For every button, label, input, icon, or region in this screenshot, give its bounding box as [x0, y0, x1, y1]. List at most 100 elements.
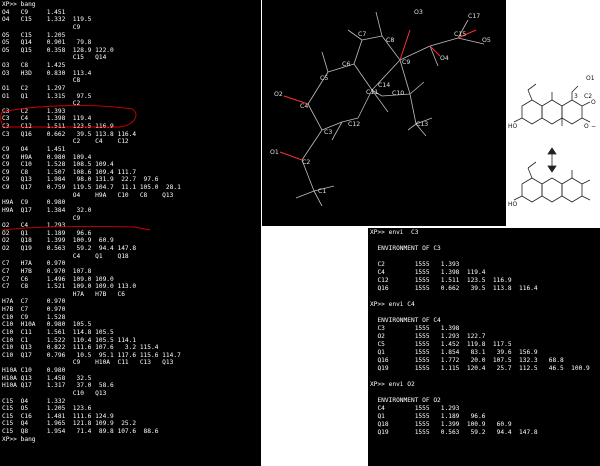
scheme-label-minus: − [591, 123, 596, 130]
atom-label-c17: C17 [468, 13, 480, 20]
bang-console-line: C9 Q13 1.984 98.0 131.9 22.7 97.6 [2, 176, 159, 184]
bang-console-line: C3 C12 1.511 123.5 116.9 [2, 123, 114, 130]
atom-label-c9: C9 [402, 59, 410, 66]
scheme-label-c3: 3 [574, 93, 578, 100]
bang-console-line: H9A Q17 1.384 32.0 [2, 206, 92, 214]
envi-console-line: XP>> envi C3 [370, 229, 419, 236]
atom-label-o5: O5 [482, 37, 491, 44]
bang-console-line: XP>> bang [2, 1, 36, 8]
envi-console-line: XP>> envi O2 [370, 381, 415, 388]
envi-console-line: C4 1555 1.398 119.4 [370, 269, 486, 276]
o1-bond [279, 151, 303, 161]
envi-console-line: C2 1555 1.393 [370, 261, 460, 268]
bang-console[interactable]: XP>> bang O4 C9 1.451 O4 C15 1.332 119.5… [0, 0, 261, 466]
atom-label-c5: C5 [320, 75, 328, 82]
envi-console-line: C5 1555 1.452 119.8 117.5 [370, 341, 512, 348]
atom-label-c3: C3 [324, 129, 332, 136]
bang-console-line: C7 H7A 0.970 [2, 260, 66, 268]
atom-label-c11: C11 [366, 89, 378, 96]
envi-console-line: ENVIRONMENT OF C3 [370, 245, 441, 252]
atom-label-c7: C7 [358, 31, 366, 38]
bang-console-line: C9 [2, 214, 81, 222]
bang-console-line: C10 H10A 0.980 105.5 [2, 321, 92, 329]
bang-console-line: O1 C2 1.297 [2, 84, 66, 92]
scheme-label-ho-bottom: HO [508, 201, 518, 208]
scheme-label-ho-top: HO [508, 123, 518, 130]
bang-console-line: C10 C1 1.522 110.4 105.5 114.1 [2, 336, 137, 344]
envi-console-line: C12 1555 1.511 123.5 116.9 [370, 277, 512, 284]
envi-console-line: XP>> envi C4 [370, 301, 415, 308]
envi-console[interactable]: XP>> envi C3 ENVIRONMENT OF C3 C2 1555 1… [368, 228, 600, 466]
atom-label-o1: O1 [270, 149, 279, 156]
bang-console-line: C2 [2, 100, 81, 108]
bang-console-line: XP>> bang [2, 435, 36, 443]
o3-bond [399, 29, 411, 61]
envi-console-line: Q1 1555 1.854 83.1 39.6 156.9 [370, 349, 538, 356]
bang-console-line: C9 Q17 0.759 119.5 104.7 11.1 105.0 28.1 [2, 184, 181, 191]
bang-console-line: C3 C4 1.398 119.4 [2, 115, 92, 123]
bang-console-line: C2 C4 C12 [2, 138, 129, 146]
bang-console-line: O2 Q18 1.399 100.9 60.9 [2, 237, 114, 245]
bang-console-line: C9 C10 1.528 108.5 109.4 [2, 161, 114, 169]
atom-label-c14: C14 [378, 82, 390, 89]
envi-console-line: Q19 1555 1.115 120.4 25.7 112.5 46.5 100… [370, 365, 590, 372]
bang-console-line: C10 Q17 0.796 10.5 95.1 117.6 115.6 114.… [2, 351, 181, 359]
bang-console-line: O3 C8 1.425 [2, 62, 66, 69]
envi-console-line: Q1 1555 1.189 96.6 [370, 413, 486, 420]
envi-console-line: Q16 1555 0.662 39.5 113.8 116.4 [370, 285, 538, 292]
molecule-structure: O3 C17 C7 C8 C15 O5 C6 C9 O4 C14 C5 C11 … [270, 9, 491, 207]
atom-label-c6: C6 [342, 61, 350, 68]
bang-console-line: H10A Q17 1.317 37.0 58.6 [2, 382, 114, 390]
bang-console-line: C15 Q4 1.965 121.8 109.9 25.2 [2, 420, 137, 428]
bang-console-line: C9 H9A 0.980 109.4 [2, 153, 92, 161]
chemical-scheme: O1 3 C2 O O − HO HO [508, 70, 600, 220]
bang-console-line: C7 H7B 0.970 107.8 [2, 267, 92, 275]
atom-label-c12: C12 [348, 121, 360, 128]
bang-console-line: H7A H7B C6 [2, 290, 125, 298]
envi-console-line: ENVIRONMENT OF O2 [370, 397, 441, 404]
bang-console-line: H10A C10 0.980 [2, 367, 66, 374]
scheme-structures: O1 3 C2 O O − HO HO [508, 75, 596, 208]
bang-console-line: O5 Q14 0.901 79.8 [2, 39, 92, 47]
bang-console-line: C15 Q14 [2, 54, 107, 62]
bang-console-line: H9A C9 0.980 [2, 199, 66, 207]
bang-console-line: O2 Q19 0.563 59.2 94.4 147.8 [2, 245, 137, 252]
bang-console-line: C9 C8 1.507 108.6 109.4 111.7 [2, 168, 137, 176]
bang-console-line: O4 C15 1.332 119.5 [2, 16, 92, 24]
bang-console-line: C3 C2 1.393 [2, 107, 66, 115]
bang-console-line: C9 O4 1.451 [2, 145, 66, 153]
atom-label-c10: C10 [392, 90, 404, 97]
envi-console-line: Q19 1555 0.563 59.2 94.4 147.8 [370, 429, 538, 436]
bang-console-line: C15 O5 1.205 123.6 [2, 405, 92, 413]
scheme-label-o-keto: O [591, 99, 596, 106]
scheme-label-o-minus: O [584, 123, 589, 130]
bang-console-line: O4 C9 1.451 [2, 8, 66, 16]
atom-label-c8: C8 [386, 37, 394, 44]
envi-console-line: C3 1555 1.398 [370, 325, 460, 332]
molecule-viewer[interactable]: O3 C17 C7 C8 C15 O5 C6 C9 O4 C14 C5 C11 … [262, 0, 506, 226]
bang-console-line: C9 H10A C11 C13 Q13 [2, 359, 174, 367]
o4-bond [429, 45, 441, 57]
bang-console-line: C15 C16 1.481 111.6 124.9 [2, 412, 114, 420]
bang-console-line: H10A Q13 1.458 32.5 [2, 374, 92, 382]
bang-console-line: C4 Q1 Q18 [2, 252, 129, 260]
atom-label-o3: O3 [414, 9, 423, 16]
bang-console-line: O5 C15 1.205 [2, 31, 66, 39]
scheme-label-o1: O1 [586, 75, 595, 82]
envi-console-line: ENVIRONMENT OF C4 [370, 317, 441, 324]
envi-console-line: C4 1555 1.293 [370, 405, 460, 412]
bang-console-line: C7 C8 1.521 109.0 109.0 113.0 [2, 283, 137, 291]
bang-console-line: H7A C7 0.970 [2, 298, 66, 306]
bang-console-line: C7 C6 1.496 109.0 109.0 [2, 275, 114, 283]
envi-console-text: XP>> envi C3 ENVIRONMENT OF C3 C2 1555 1… [370, 229, 600, 437]
bang-console-text: XP>> bang O4 C9 1.451 O4 C15 1.332 119.5… [2, 1, 261, 443]
bang-console-line: C3 Q16 0.662 39.5 113.8 116.4 [2, 130, 137, 138]
bang-console-line: C15 Q8 1.954 71.4 89.8 107.6 88.6 [2, 428, 159, 435]
envi-console-line: Q18 1555 1.399 100.9 60.9 [370, 421, 512, 428]
bang-console-line: O4 H9A C10 C8 Q13 [2, 191, 174, 199]
atom-label-o2: O2 [274, 91, 283, 98]
bang-console-line: C10 C9 1.528 [2, 313, 66, 321]
atom-label-c4: C4 [300, 103, 308, 110]
bang-console-line: C8 [2, 77, 81, 85]
bang-console-line: C10 C11 1.561 114.8 105.5 [2, 328, 114, 336]
